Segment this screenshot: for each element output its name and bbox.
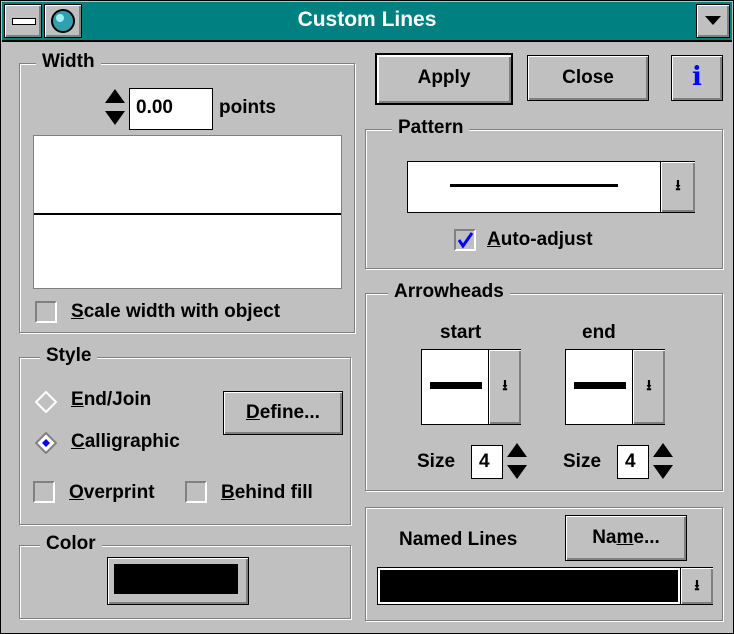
auto-adjust-label: Auto-adjust (487, 229, 593, 250)
end-size-spin-arrows-icon[interactable] (652, 441, 674, 481)
named-lines-dropdown[interactable]: ⭳ (377, 567, 713, 605)
width-unit-label: points (219, 97, 276, 118)
pattern-dropdown[interactable]: ⭳ (407, 161, 695, 213)
arrowhead-end-label: end (582, 322, 616, 343)
style-group-label: Style (40, 345, 98, 367)
calligraphic-label: Calligraphic (71, 431, 180, 452)
pattern-preview-line (450, 184, 618, 187)
name-button[interactable]: Name... (565, 515, 687, 561)
window-title: Custom Lines (297, 8, 437, 31)
dropdown-arrow-icon: ⭳ (694, 577, 700, 594)
arrowhead-start-preview (430, 382, 482, 389)
arrowhead-start-label: start (440, 322, 482, 343)
auto-adjust-checkbox[interactable] (454, 229, 476, 251)
color-swatch (114, 564, 238, 594)
dropdown-arrow-icon (705, 16, 721, 25)
pattern-group-label: Pattern (392, 117, 470, 139)
width-group-label: Width (36, 51, 101, 73)
start-size-input[interactable]: 4 (471, 445, 503, 479)
named-lines-dropdown-button[interactable]: ⭳ (680, 568, 713, 604)
arrowheads-group-label: Arrowheads (388, 281, 510, 303)
pattern-dropdown-button[interactable]: ⭳ (660, 162, 695, 212)
info-icon: i (692, 62, 702, 92)
dropdown-arrow-icon: ⭳ (675, 177, 681, 194)
calligraphic-radio[interactable] (35, 432, 57, 454)
end-size-input[interactable]: 4 (617, 445, 649, 479)
info-button[interactable]: i (671, 55, 723, 101)
arrowhead-end-preview (574, 382, 626, 389)
named-lines-selected (380, 570, 678, 602)
arrowhead-end-dropdown[interactable]: ⭳ (565, 349, 665, 425)
custom-lines-dialog: Custom Lines Width 0.00 points Scale wid… (0, 0, 734, 634)
width-value: 0.00 (136, 97, 173, 118)
define-button[interactable]: Define... (223, 391, 343, 435)
start-size-spin-arrows-icon[interactable] (506, 441, 528, 481)
endjoin-label: End/Join (71, 389, 152, 410)
endjoin-radio[interactable] (35, 391, 57, 413)
behind-fill-label: Behind fill (221, 482, 313, 503)
title-bar: Custom Lines (2, 2, 732, 42)
scale-width-checkbox[interactable] (35, 301, 57, 323)
width-preview (33, 135, 342, 289)
close-button[interactable]: Close (527, 55, 649, 101)
dropdown-arrow-icon: ⭳ (502, 377, 508, 394)
overprint-label: Overprint (69, 482, 155, 503)
width-spin-arrows-icon[interactable] (103, 87, 127, 127)
width-preview-line (34, 213, 341, 215)
arrowhead-end-dropdown-button[interactable]: ⭳ (632, 350, 665, 424)
dropdown-arrow-icon: ⭳ (646, 377, 652, 394)
apply-button[interactable]: Apply (375, 53, 513, 105)
arrowhead-start-dropdown[interactable]: ⭳ (421, 349, 521, 425)
checkmark-icon (457, 232, 474, 249)
named-lines-label: Named Lines (399, 529, 518, 550)
scale-width-label: Scale width with object (71, 301, 281, 322)
overprint-checkbox[interactable] (33, 481, 55, 503)
arrowhead-start-dropdown-button[interactable]: ⭳ (488, 350, 521, 424)
window-dropdown-button[interactable] (696, 4, 730, 38)
end-size-label: Size (563, 451, 602, 472)
color-group-label: Color (40, 533, 102, 555)
width-input[interactable]: 0.00 (129, 88, 213, 130)
color-button[interactable] (107, 557, 249, 605)
behind-fill-checkbox[interactable] (185, 481, 207, 503)
start-size-label: Size (417, 451, 456, 472)
